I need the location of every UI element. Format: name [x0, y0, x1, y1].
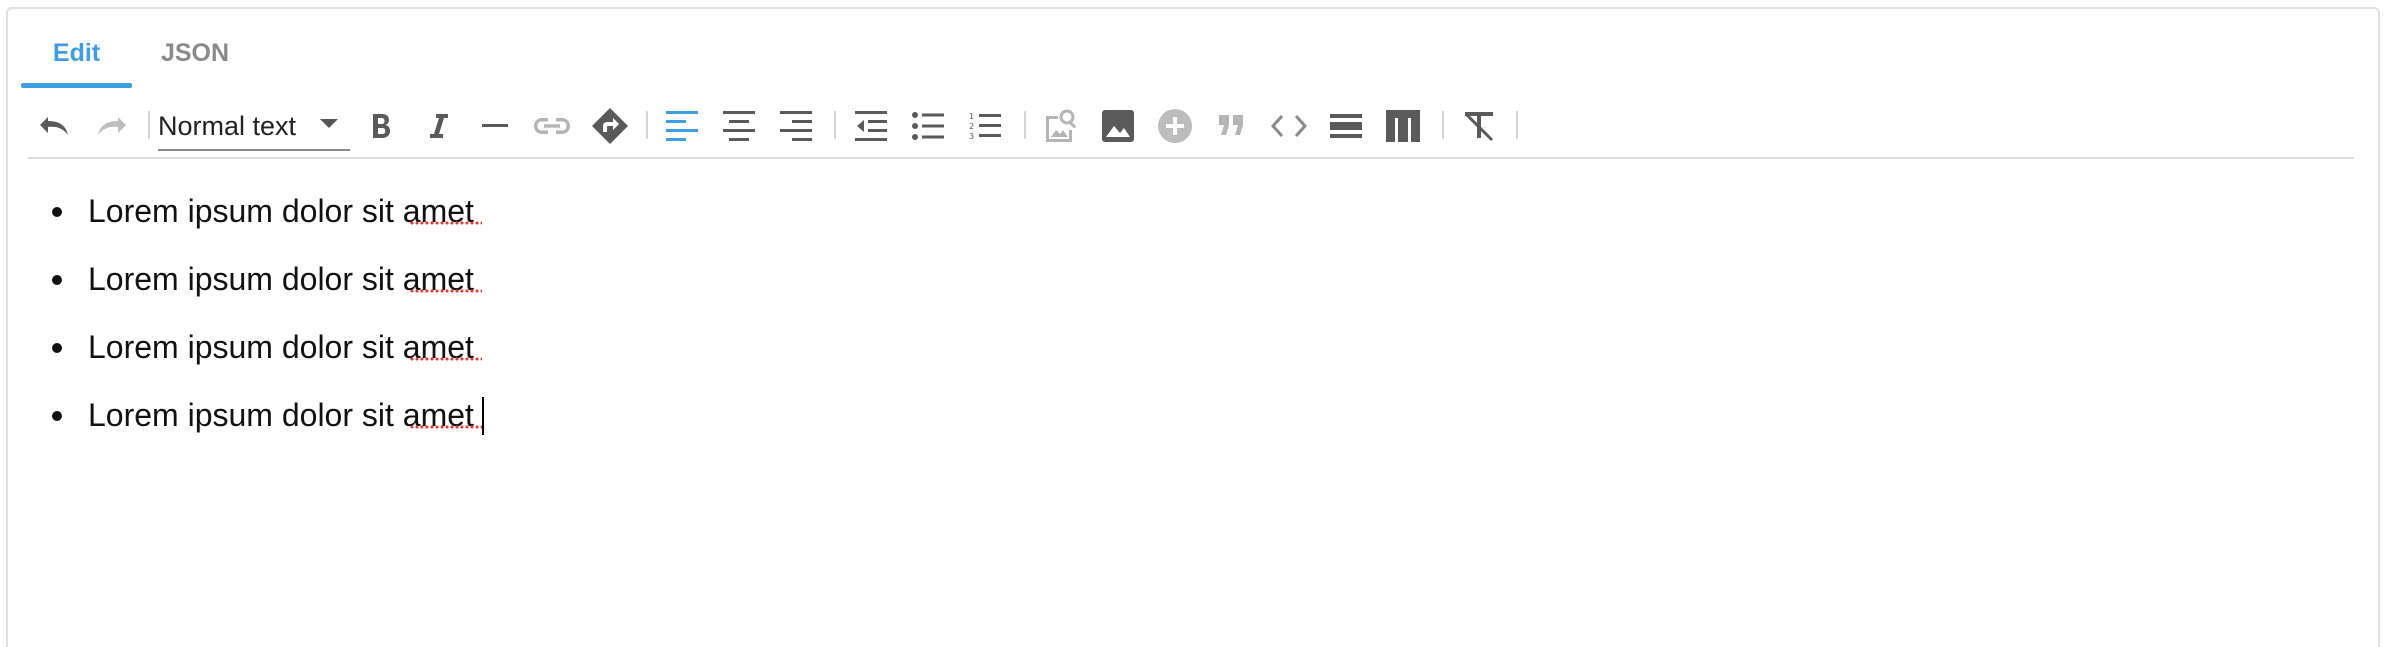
list-item-text: Lorem ipsum dolor sit amet: [88, 329, 474, 365]
list-item-text: Lorem ipsum dolor sit amet: [88, 397, 474, 433]
outdent-icon[interactable]: [850, 105, 892, 147]
bullet-icon: [52, 411, 62, 421]
bullet-list-icon[interactable]: [907, 105, 949, 147]
editor-toolbar: Normal text 123: [28, 93, 2358, 157]
toolbar-separator: [834, 111, 836, 139]
add-circle-icon[interactable]: [1154, 105, 1196, 147]
toolbar-separator: [1442, 111, 1444, 139]
block-format-select[interactable]: Normal text: [158, 99, 350, 151]
numbered-list-icon[interactable]: 123: [964, 105, 1006, 147]
spellcheck-underline: [410, 221, 482, 225]
list-item-text: Lorem ipsum dolor sit amet: [88, 261, 474, 297]
toolbar-separator: [1024, 111, 1026, 139]
italic-icon[interactable]: [417, 105, 459, 147]
align-center-icon[interactable]: [718, 105, 760, 147]
spellcheck-underline: [410, 425, 482, 429]
undo-icon[interactable]: [34, 105, 76, 147]
svg-text:3: 3: [969, 132, 974, 141]
tab-edit[interactable]: Edit: [21, 18, 132, 88]
align-right-icon[interactable]: [775, 105, 817, 147]
svg-text:1: 1: [969, 112, 974, 121]
chevron-down-icon: [320, 119, 338, 128]
bold-icon[interactable]: [360, 105, 402, 147]
table-icon[interactable]: [1382, 105, 1424, 147]
toolbar-divider: [28, 157, 2354, 159]
smart-link-icon[interactable]: [589, 105, 631, 147]
image-search-icon[interactable]: [1040, 105, 1082, 147]
horizontal-rule-icon[interactable]: [474, 105, 516, 147]
block-format-label: Normal text: [158, 111, 297, 141]
spellcheck-underline: [410, 357, 482, 361]
spellcheck-underline: [410, 289, 482, 293]
text-cursor: [482, 397, 484, 435]
toolbar-separator: [646, 111, 648, 139]
bullet-icon: [52, 343, 62, 353]
image-icon[interactable]: [1097, 105, 1139, 147]
list-item-text: Lorem ipsum dolor sit amet: [88, 193, 474, 229]
bullet-icon: [52, 207, 62, 217]
divider-block-icon[interactable]: [1325, 105, 1367, 147]
link-icon[interactable]: [531, 105, 573, 147]
svg-text:2: 2: [969, 122, 974, 131]
bullet-icon: [52, 275, 62, 285]
clear-formatting-icon[interactable]: [1458, 105, 1500, 147]
code-icon[interactable]: [1268, 105, 1310, 147]
tab-json[interactable]: JSON: [132, 18, 258, 88]
editor-tabs: Edit JSON: [21, 18, 258, 88]
align-left-icon[interactable]: [661, 105, 703, 147]
toolbar-separator: [1516, 111, 1518, 139]
redo-icon[interactable]: [90, 105, 132, 147]
quote-icon[interactable]: [1211, 105, 1253, 147]
toolbar-separator: [148, 111, 150, 139]
